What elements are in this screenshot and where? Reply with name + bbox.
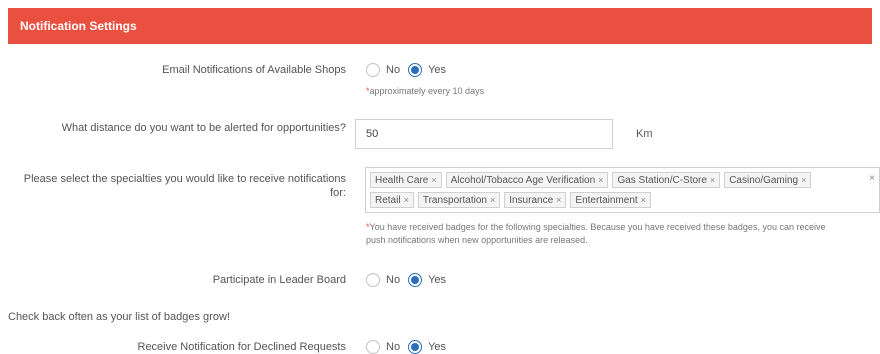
tag-casino-gaming: Casino/Gaming × [724,172,812,188]
declined-yes-radio[interactable] [408,340,423,354]
leaderboard-label: Participate in Leader Board [212,274,346,286]
tag-entertainment: Entertainment × [570,192,651,208]
distance-unit: Km [636,128,653,140]
email-yes-label[interactable]: Yes [428,64,446,76]
tag-transportation: Transportation × [417,192,501,208]
tag-health-care: Health Care × [370,172,442,188]
tag-row: Retail × Transportation × Insurance × Enter… [370,191,875,209]
close-icon[interactable]: × [490,194,495,207]
close-icon[interactable]: × [556,194,561,207]
declined-requests-label: Receive Notification for Declined Reques… [137,341,347,353]
email-no-label[interactable]: No [386,64,400,76]
specialties-tag-select[interactable]: Health Care × Alcohol/Tobacco Age Verific… [365,167,880,213]
declined-requests-radio-group: No Yes [366,340,454,354]
distance-label: What distance do you want to be alerted … [61,122,346,134]
section-header: Notification Settings [8,8,872,44]
close-icon[interactable]: × [801,174,806,187]
email-notifications-label: Email Notifications of Available Shops [162,64,346,76]
leaderboard-no-label[interactable]: No [386,274,400,286]
close-icon[interactable]: × [431,174,436,187]
distance-value: 50 [366,128,379,140]
close-icon[interactable]: × [641,194,646,207]
close-icon[interactable]: × [404,194,409,207]
clear-all-icon[interactable]: × [869,173,875,184]
leaderboard-yes-radio[interactable] [408,273,423,287]
declined-yes-label[interactable]: Yes [428,341,446,353]
specialties-label: Please select the specialties you would … [23,173,346,199]
close-icon[interactable]: × [710,174,715,187]
close-icon[interactable]: × [598,174,603,187]
leaderboard-radio-group: No Yes [366,273,454,287]
tag-row: Health Care × Alcohol/Tobacco Age Verific… [370,171,875,189]
section-title: Notification Settings [20,19,137,33]
tag-retail: Retail × [370,192,414,208]
email-yes-radio[interactable] [408,63,423,77]
tag-gas-station: Gas Station/C-Store × [612,172,721,188]
tag-insurance: Insurance × [504,192,567,208]
leaderboard-no-radio[interactable] [366,273,380,287]
email-notifications-radio-group: No Yes [366,63,454,77]
badges-note: *You have received badges for the follow… [366,222,826,245]
email-no-radio[interactable] [366,63,380,77]
declined-no-radio[interactable] [366,340,380,354]
badges-helper-text: Check back often as your list of badges … [8,311,230,323]
leaderboard-yes-label[interactable]: Yes [428,274,446,286]
email-frequency-note: *approximately every 10 days [366,86,485,96]
distance-input[interactable]: 50 [355,119,613,149]
declined-no-label[interactable]: No [386,341,400,353]
tag-alcohol-tobacco: Alcohol/Tobacco Age Verification × [445,172,609,188]
